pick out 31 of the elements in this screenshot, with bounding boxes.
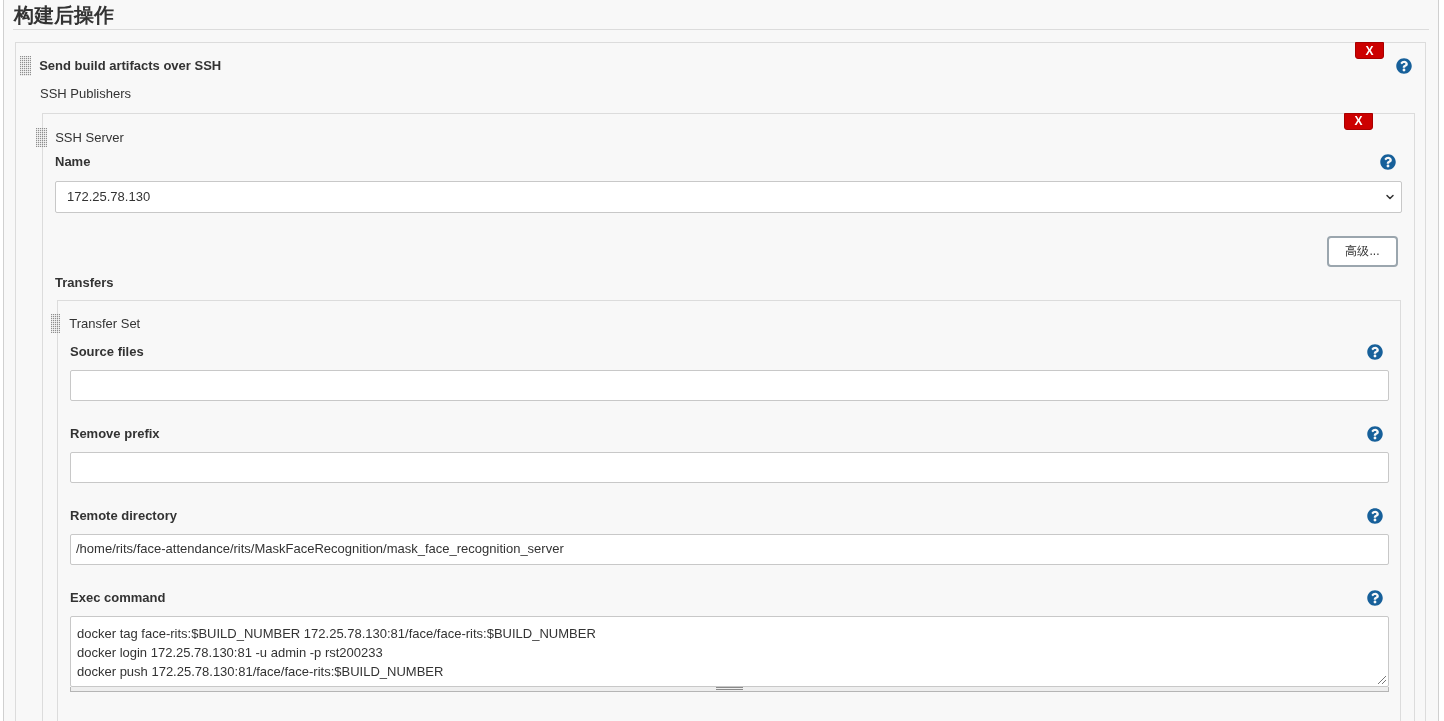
help-icon[interactable] [1367, 589, 1383, 606]
field-label: Remove prefix [70, 424, 160, 443]
transfers-label: Transfers [55, 273, 114, 292]
field-label: Name [55, 152, 91, 171]
textarea-field[interactable]: docker tag face-rits:$BUILD_NUMBER 172.25.78.130:81/face/face-rits:$BUILD_NUMBER docker login 172.25.78.130:81 -u admin -p rst200233 docker push 172.25.78.130:81/face/face-rits:$BUILD_NUMBER [70, 615, 1389, 687]
resize-corner-icon[interactable] [1378, 675, 1386, 684]
help-icon[interactable] [1367, 507, 1383, 524]
help-icon[interactable] [1367, 425, 1383, 442]
help-icon[interactable] [1396, 58, 1412, 74]
help-icon[interactable] [1380, 153, 1396, 170]
publisher-title: Send build artifacts over SSH [39, 57, 223, 75]
input-field[interactable] [70, 451, 1389, 483]
drag-handle-icon[interactable] [36, 127, 48, 148]
drag-handle-icon[interactable] [51, 313, 61, 334]
input-field[interactable] [70, 369, 1389, 401]
delete-button[interactable]: X [1344, 112, 1373, 130]
section-subtitle: SSH Publishers [40, 86, 132, 101]
advanced-button[interactable]: 高级... [1327, 235, 1398, 267]
help-icon[interactable] [1367, 343, 1383, 360]
section-title: 构建后操作 [14, 3, 114, 28]
resize-handle[interactable] [70, 686, 1389, 692]
transfer-set-title: Transfer Set [69, 314, 141, 333]
field-label: Source files [70, 342, 144, 361]
drag-handle-icon[interactable] [20, 56, 32, 76]
field-label: Exec command [70, 588, 166, 607]
field-label: Remote directory [70, 506, 177, 525]
input-field[interactable]: /home/rits/face-attendance/rits/MaskFaceRecognition/mask_face_recognition_server [70, 533, 1389, 565]
server-select[interactable]: 172.25.78.130 [55, 180, 1402, 213]
server-title: SSH Server [55, 128, 124, 147]
delete-button[interactable]: X [1355, 42, 1384, 59]
grip-icon[interactable] [716, 686, 743, 690]
